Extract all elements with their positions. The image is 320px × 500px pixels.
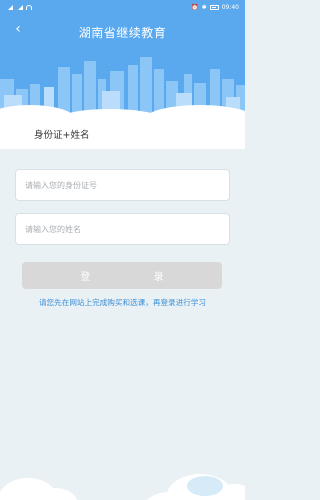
name-field-wrapper bbox=[15, 213, 230, 245]
chevron-left-icon[interactable]: ‹ bbox=[10, 21, 26, 37]
bluetooth-icon: ✱ bbox=[201, 3, 207, 11]
battery-icon bbox=[209, 4, 219, 10]
signal-icon-2 bbox=[16, 4, 23, 10]
header: ‹ 湖南省继续教育 bbox=[0, 14, 245, 119]
cloud-decoration bbox=[0, 474, 245, 500]
purchase-hint: 请您先在网站上完成购买和选课，再登录进行学习 bbox=[38, 298, 207, 307]
id-number-field-wrapper bbox=[15, 169, 230, 201]
status-time: 09:40 bbox=[221, 3, 239, 11]
status-right-icons: ⏰ ✱ 09:40 bbox=[191, 4, 239, 11]
page-title: 湖南省继续教育 bbox=[78, 25, 167, 40]
wifi-icon bbox=[26, 4, 32, 10]
city-skyline-illustration bbox=[0, 57, 245, 119]
login-method-tab[interactable]: 身份证+姓名 bbox=[0, 119, 245, 149]
status-left-icons bbox=[6, 4, 32, 10]
tab-label: 身份证+姓名 bbox=[34, 130, 90, 141]
nav-bar: ‹ 湖南省继续教育 bbox=[0, 14, 245, 50]
id-number-input[interactable] bbox=[25, 180, 220, 190]
status-bar: ⏰ ✱ 09:40 bbox=[0, 0, 245, 14]
login-form bbox=[15, 169, 230, 257]
alarm-icon: ⏰ bbox=[191, 3, 199, 11]
login-button[interactable]: 登 录 bbox=[22, 262, 222, 289]
signal-icon bbox=[6, 4, 13, 10]
name-input[interactable] bbox=[25, 224, 220, 234]
